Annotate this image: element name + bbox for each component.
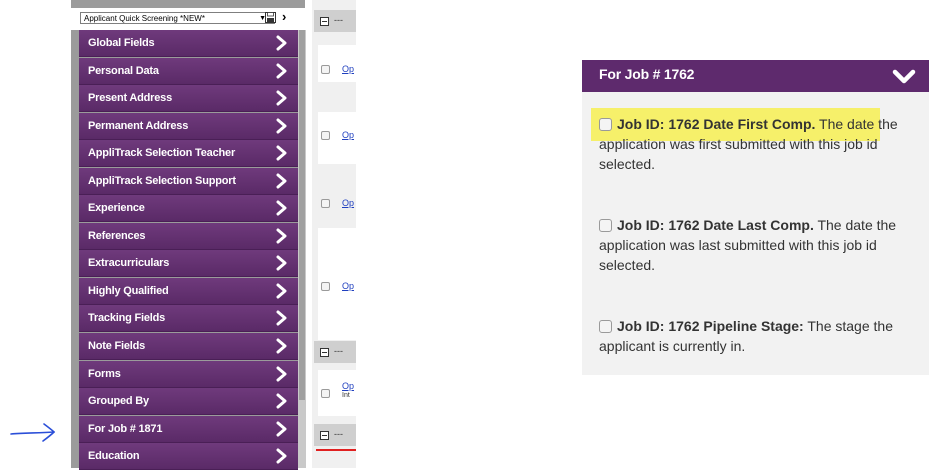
result-checkbox[interactable]	[321, 199, 330, 208]
field-checkbox[interactable]	[599, 219, 612, 232]
menu-item-label: Education	[88, 450, 140, 463]
menu-item[interactable]: Education	[79, 443, 298, 471]
chevron-right-icon[interactable]	[275, 62, 289, 80]
menu-item[interactable]: Present Address	[79, 85, 298, 113]
collapse-toggle-icon[interactable]	[320, 431, 329, 440]
job-section-title: For Job # 1762	[599, 66, 695, 82]
chevron-right-icon[interactable]	[275, 337, 289, 355]
select-value: Applicant Quick Screening *NEW*	[84, 14, 205, 23]
chevron-right-icon[interactable]	[275, 227, 289, 245]
menu-item[interactable]: Experience	[79, 195, 298, 223]
result-subtext: Int	[342, 392, 350, 399]
menu-item-label: Experience	[88, 202, 145, 215]
collapse-toggle-icon[interactable]	[320, 348, 329, 357]
chevron-right-icon[interactable]	[275, 34, 289, 52]
menu-item-label: Tracking Fields	[88, 312, 166, 325]
field-category-menu: Global Fields Personal Data Present Addres…	[79, 30, 298, 471]
job-field-item: Job ID: 1762 Pipeline Stage: The stage t…	[599, 316, 929, 356]
menu-item[interactable]: For Job # 1871	[79, 415, 298, 443]
section-divider	[316, 449, 356, 451]
menu-item-label: References	[88, 229, 146, 242]
menu-item-label: Extracurriculars	[88, 257, 170, 270]
chevron-right-icon[interactable]	[275, 282, 289, 300]
result-checkbox[interactable]	[321, 65, 330, 74]
menu-item[interactable]: Note Fields	[79, 333, 298, 361]
menu-item-label: Highly Qualified	[88, 284, 169, 297]
field-name: Job ID: 1762 Pipeline Stage:	[617, 318, 804, 334]
result-link[interactable]: Op	[342, 64, 354, 74]
field-name: Job ID: 1762 Date Last Comp.	[617, 217, 814, 233]
chevron-down-icon[interactable]	[892, 68, 916, 86]
job-field-item: Job ID: 1762 Date First Comp. The date t…	[599, 114, 929, 174]
result-checkbox[interactable]	[321, 131, 330, 140]
menu-item-label: AppliTrack Selection Support	[88, 174, 236, 187]
result-link[interactable]: Op	[342, 381, 354, 391]
menu-item[interactable]: AppliTrack Selection Teacher	[79, 140, 298, 168]
chevron-right-icon[interactable]	[275, 199, 289, 217]
chevron-right-icon[interactable]	[275, 89, 289, 107]
menu-item[interactable]: Grouped By	[79, 388, 298, 416]
chevron-right-icon[interactable]	[275, 447, 289, 465]
result-link[interactable]: Op	[342, 198, 354, 208]
menu-item-label: Global Fields	[88, 37, 155, 49]
menu-item[interactable]: Permanent Address	[79, 112, 298, 140]
save-icon[interactable]	[265, 12, 276, 23]
chevron-right-icon[interactable]	[275, 172, 289, 190]
chevron-right-icon[interactable]	[275, 365, 289, 383]
field-name: Job ID: 1762 Date First Comp.	[617, 116, 816, 132]
collapse-toggle-icon[interactable]	[320, 17, 329, 26]
menu-item-label: Grouped By	[88, 395, 149, 408]
menu-item[interactable]: Tracking Fields	[79, 305, 298, 333]
scrollbar-thumb[interactable]	[299, 30, 305, 400]
menu-item[interactable]: References	[79, 222, 298, 250]
chevron-right-icon[interactable]	[275, 117, 289, 135]
chevron-right-icon[interactable]: ›	[282, 10, 286, 24]
chevron-right-icon[interactable]	[275, 144, 289, 162]
quick-screening-select[interactable]: Applicant Quick Screening *NEW* ▼	[80, 12, 275, 24]
annotation-arrow-icon	[10, 423, 56, 442]
menu-item[interactable]: Highly Qualified	[79, 277, 298, 305]
chevron-right-icon[interactable]	[275, 392, 289, 410]
job-field-item: Job ID: 1762 Date Last Comp. The date th…	[599, 215, 929, 275]
result-link[interactable]: Op	[342, 281, 354, 291]
menu-item-label: For Job # 1871	[88, 422, 163, 435]
field-checkbox[interactable]	[599, 118, 612, 131]
menu-item-label: Note Fields	[88, 340, 146, 353]
group-header-label: ---	[334, 346, 343, 356]
chevron-right-icon[interactable]	[275, 420, 289, 438]
menu-item[interactable]: AppliTrack Selection Support	[79, 167, 298, 195]
menu-item-label: AppliTrack Selection Teacher	[88, 147, 236, 160]
menu-item[interactable]: Global Fields	[79, 30, 298, 57]
menu-item[interactable]: Forms	[79, 360, 298, 388]
menu-item-label: Personal Data	[88, 64, 159, 77]
chevron-right-icon[interactable]	[275, 254, 289, 272]
result-link[interactable]: Op	[342, 130, 354, 140]
result-checkbox[interactable]	[321, 389, 330, 398]
menu-item-label: Present Address	[88, 92, 173, 105]
menu-item-label: Permanent Address	[88, 119, 189, 132]
menu-item[interactable]: Personal Data	[79, 57, 298, 85]
chevron-right-icon[interactable]	[275, 309, 289, 327]
group-header-label: ---	[334, 429, 343, 439]
group-header-label: ---	[334, 15, 343, 25]
field-checkbox[interactable]	[599, 320, 612, 333]
result-checkbox[interactable]	[321, 282, 330, 291]
menu-item[interactable]: Extracurriculars	[79, 250, 298, 278]
menu-item-label: Forms	[88, 367, 121, 380]
